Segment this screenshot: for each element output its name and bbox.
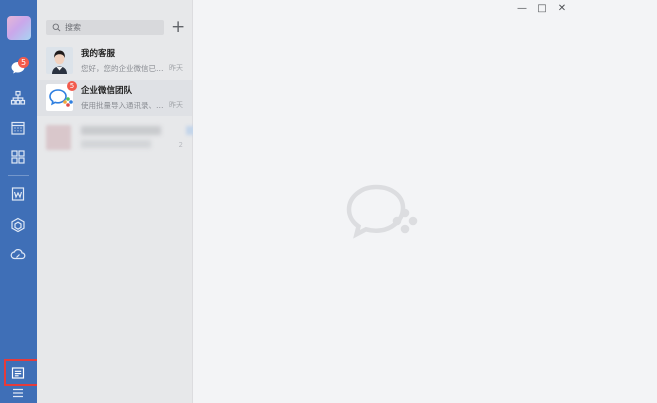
conversation-name: 我的客服 — [81, 49, 116, 59]
conversation-time: 昨天 — [169, 64, 183, 72]
search-input[interactable]: 搜索 — [46, 20, 164, 35]
cloud-drive-icon[interactable] — [10, 246, 26, 262]
rail-divider — [8, 175, 29, 176]
highlight-box — [4, 359, 41, 386]
blurred-name — [81, 126, 161, 135]
message-badge: 5 — [18, 57, 29, 68]
maximize-button[interactable]: □ — [535, 2, 549, 16]
conversation-preview: 您好，您的企业微信已… — [81, 64, 164, 73]
user-avatar[interactable] — [7, 16, 31, 40]
unread-badge: 5 — [67, 81, 77, 91]
conversation-item[interactable]: 5 企业微信团队 使用批量导入通讯录、… 昨天 — [37, 80, 192, 116]
conversation-time: 昨天 — [169, 101, 183, 109]
wecom-logo-watermark — [346, 184, 418, 239]
menu-icon[interactable] — [10, 385, 26, 401]
close-button[interactable]: ✕ — [555, 2, 569, 16]
conversation-name: 企业微信团队 — [81, 86, 133, 96]
add-button[interactable]: + — [171, 18, 185, 36]
left-nav-rail: 5 — [0, 0, 37, 403]
blurred-preview — [81, 140, 151, 148]
contacts-org-icon[interactable] — [10, 90, 26, 106]
search-icon — [52, 23, 61, 32]
conversation-item[interactable]: 我的客服 您好，您的企业微信已… 昨天 — [37, 43, 192, 79]
workbench-grid-icon[interactable] — [10, 149, 26, 165]
chat-main-area — [193, 0, 657, 403]
calendar-icon[interactable] — [10, 120, 26, 136]
minimize-button[interactable]: — — [515, 2, 529, 16]
contact-avatar — [46, 47, 73, 74]
document-icon[interactable] — [10, 186, 26, 202]
wecom-window: 5 搜索 + 我的客服 您好，您的企业微信已… 昨天 5 企业微信团队 使用批量… — [0, 0, 657, 403]
cube-app-icon[interactable] — [10, 217, 26, 233]
conversation-item-blurred[interactable]: 2 — [37, 120, 198, 156]
blurred-avatar — [46, 125, 71, 150]
conversation-preview: 使用批量导入通讯录、… — [81, 101, 164, 110]
search-placeholder: 搜索 — [65, 23, 81, 32]
conversation-time: 2 — [178, 141, 183, 149]
